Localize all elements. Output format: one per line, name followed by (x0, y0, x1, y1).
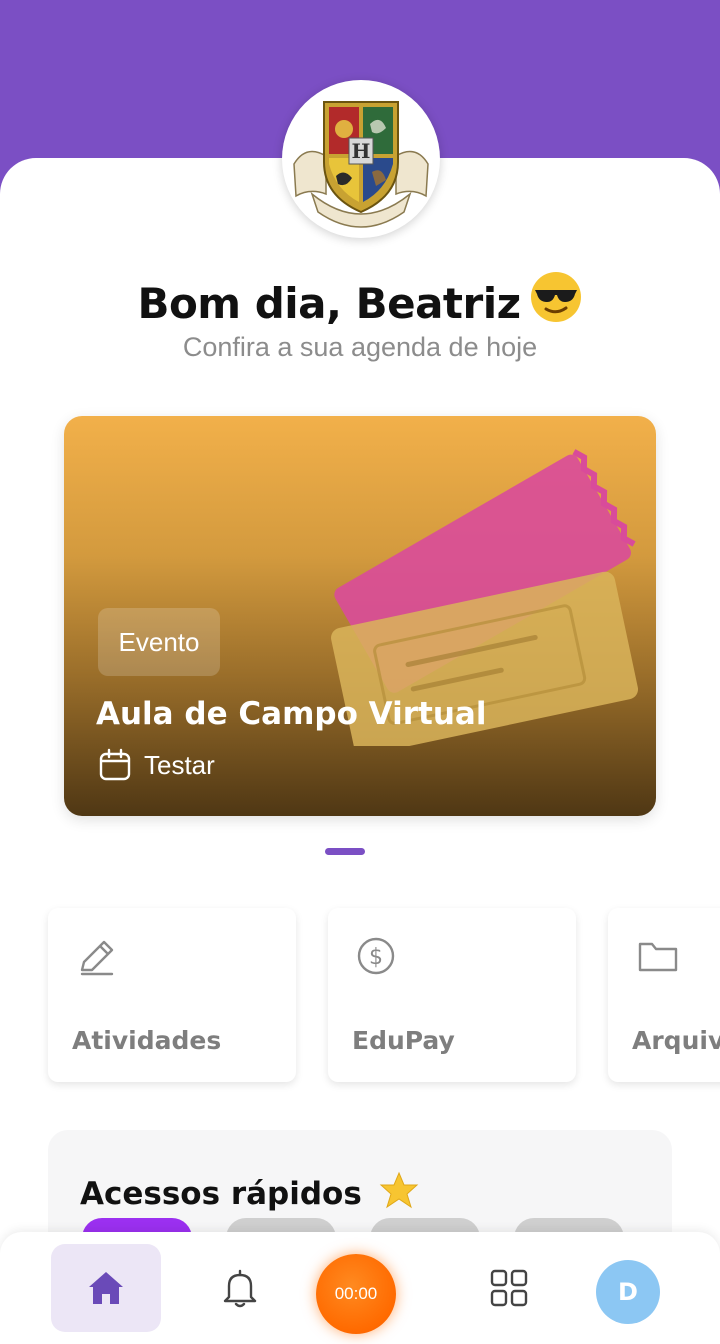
dollar-coin-icon: $ (357, 937, 395, 975)
school-crest[interactable]: H (282, 80, 440, 238)
grid-icon (490, 1269, 528, 1307)
card-edupay[interactable]: $ EduPay (328, 908, 576, 1082)
card-arquivos[interactable]: Arquivos (608, 908, 720, 1082)
svg-text:$: $ (369, 945, 383, 970)
bell-icon (223, 1269, 257, 1308)
nav-notifications[interactable] (185, 1244, 295, 1332)
event-tag-chip: Evento (98, 608, 220, 676)
event-title: Aula de Campo Virtual (96, 696, 487, 732)
home-icon (89, 1272, 123, 1304)
folder-icon (638, 942, 678, 972)
calendar-icon (99, 748, 131, 781)
sunglasses-emoji-icon (529, 270, 583, 334)
event-card[interactable]: Evento Aula de Campo Virtual Testar (64, 416, 656, 816)
carousel-indicator[interactable] (325, 848, 365, 855)
greeting-text: Bom dia, Beatriz (137, 279, 521, 328)
card-label: EduPay (352, 1026, 455, 1055)
profile-avatar[interactable]: D (596, 1260, 660, 1324)
greeting-heading: Bom dia, Beatriz (0, 270, 720, 334)
timer-button[interactable]: 00:00 (316, 1254, 396, 1334)
card-atividades[interactable]: Atividades (48, 908, 296, 1082)
nav-home[interactable] (51, 1244, 161, 1332)
nav-apps[interactable] (454, 1244, 564, 1332)
quick-access-title: Acessos rápidos (80, 1170, 419, 1212)
pencil-icon (80, 940, 114, 976)
card-label: Arquivos (632, 1026, 720, 1055)
subtitle: Confira a sua agenda de hoje (182, 332, 538, 362)
star-icon (379, 1171, 418, 1209)
svg-text:H: H (352, 139, 371, 163)
app-screen: H Bom dia, Beatriz Confira a sua agenda … (0, 0, 720, 1344)
quick-access-title-text: Acessos rápidos (80, 1176, 362, 1212)
event-date-label: Testar (144, 749, 215, 780)
bottom-navigation: 00:00 D (0, 1232, 720, 1344)
event-date-row: Testar (98, 748, 215, 782)
hogwarts-crest-icon: H (293, 101, 429, 228)
card-label: Atividades (72, 1026, 222, 1055)
